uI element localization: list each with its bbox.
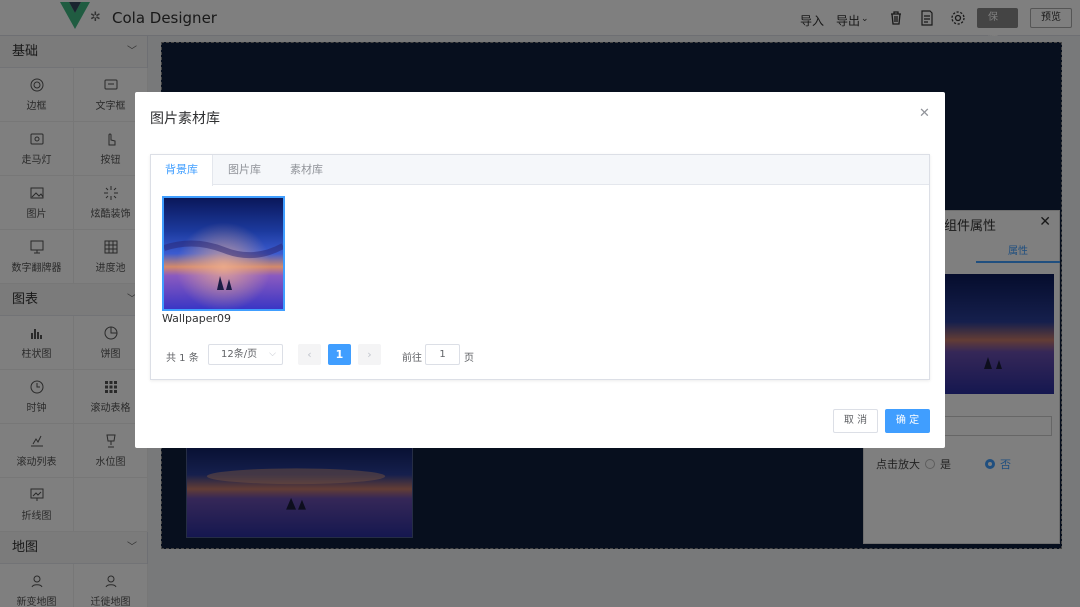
page-size-value: 12条/页: [221, 349, 258, 360]
goto-page-input[interactable]: 1: [425, 344, 460, 365]
close-icon[interactable]: ✕: [919, 106, 930, 121]
tab-bar: 背景库 图片库 素材库: [151, 155, 929, 186]
image-name: Wallpaper09: [162, 312, 232, 325]
tab-background-library[interactable]: 背景库: [151, 155, 213, 186]
confirm-button[interactable]: 确 定: [885, 409, 930, 433]
prev-page-button[interactable]: ‹: [298, 344, 321, 365]
tab-material-library[interactable]: 素材库: [276, 155, 337, 185]
image-library-dialog: 图片素材库 ✕ 背景库 图片库 素材库 Wallpaper09 共 1 条 12…: [135, 92, 945, 448]
wallpaper-image: [164, 198, 283, 309]
total-count: 共 1 条: [166, 353, 199, 364]
next-page-button[interactable]: ›: [358, 344, 381, 365]
chevron-down-icon: ⌵: [269, 349, 276, 359]
page-size-select[interactable]: 12条/页 ⌵: [208, 344, 283, 365]
cancel-button[interactable]: 取 消: [833, 409, 878, 433]
tab-image-library[interactable]: 图片库: [214, 155, 275, 185]
page-unit-label: 页: [464, 353, 474, 364]
image-thumbnail[interactable]: [162, 196, 285, 311]
goto-label: 前往: [402, 353, 422, 364]
library-tabs: 背景库 图片库 素材库 Wallpaper09 共 1 条 12条/页 ⌵ ‹ …: [150, 154, 930, 380]
dialog-title: 图片素材库: [150, 111, 220, 127]
page-number-button[interactable]: 1: [328, 344, 351, 365]
